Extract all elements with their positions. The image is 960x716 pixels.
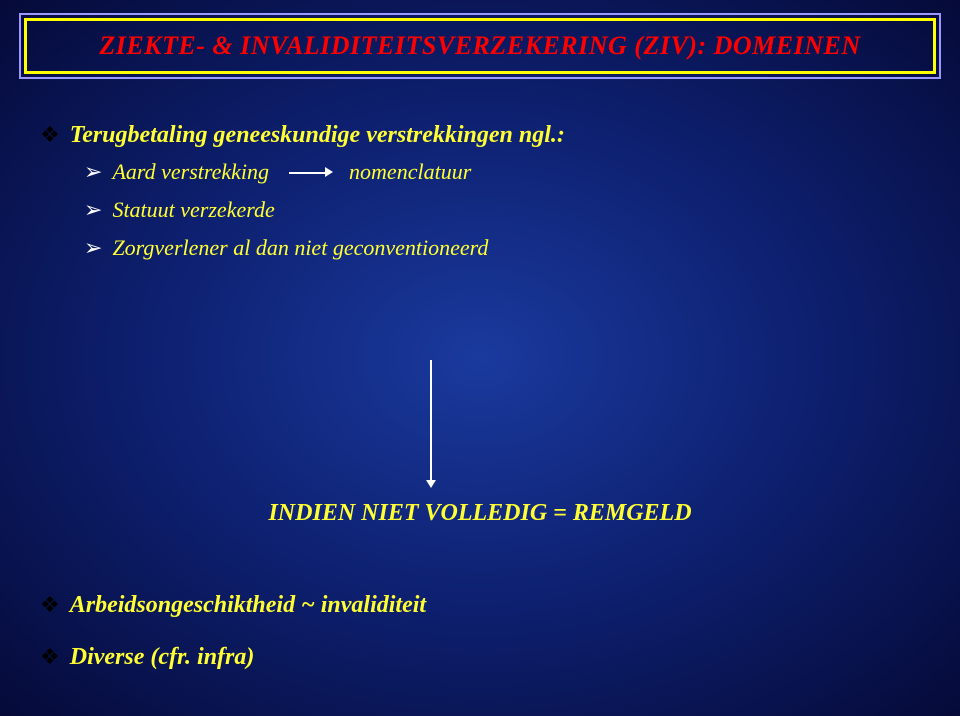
section1-heading: Terugbetaling geneeskundige verstrekking… [70, 120, 565, 150]
diamond-bullet-icon: ❖ [40, 590, 60, 620]
chevron-bullet-icon: ➢ [84, 234, 102, 262]
slide-title: ZIEKTE- & INVALIDITEITSVERZEKERING (ZIV)… [99, 31, 860, 60]
item-zorgverlener: Zorgverlener al dan niet geconventioneer… [112, 234, 488, 262]
bullet-level1: ❖ Arbeidsongeschiktheid ~ invaliditeit [40, 590, 920, 620]
diamond-bullet-icon: ❖ [40, 642, 60, 672]
item-aard: Aard verstrekking [112, 158, 269, 186]
arrow-down-icon [430, 360, 432, 480]
bullet-level2: ➢ Aard verstrekking nomenclatuur [84, 158, 920, 186]
title-box: ZIEKTE- & INVALIDITEITSVERZEKERING (ZIV)… [24, 18, 936, 74]
chevron-bullet-icon: ➢ [84, 196, 102, 224]
arrow-right-icon [289, 165, 333, 179]
section2-text: Arbeidsongeschiktheid ~ invaliditeit [70, 590, 426, 620]
bullet-level2: ➢ Statuut verzekerde [84, 196, 920, 224]
bullet-level1: ❖ Diverse (cfr. infra) [40, 642, 920, 672]
diamond-bullet-icon: ❖ [40, 120, 60, 150]
item-statuut: Statuut verzekerde [112, 196, 274, 224]
bottom-sections: ❖ Arbeidsongeschiktheid ~ invaliditeit ❖… [40, 590, 920, 680]
section3-text: Diverse (cfr. infra) [70, 642, 255, 672]
content-area: ❖ Terugbetaling geneeskundige verstrekki… [40, 120, 920, 276]
bullet-level1: ❖ Terugbetaling geneeskundige verstrekki… [40, 120, 920, 150]
middle-label: INDIEN NIET VOLLEDIG = REMGELD [0, 500, 960, 527]
section-1: ❖ Terugbetaling geneeskundige verstrekki… [40, 120, 920, 262]
item-nomenclatuur: nomenclatuur [349, 158, 471, 186]
chevron-bullet-icon: ➢ [84, 158, 102, 186]
bullet-level2: ➢ Zorgverlener al dan niet geconventione… [84, 234, 920, 262]
